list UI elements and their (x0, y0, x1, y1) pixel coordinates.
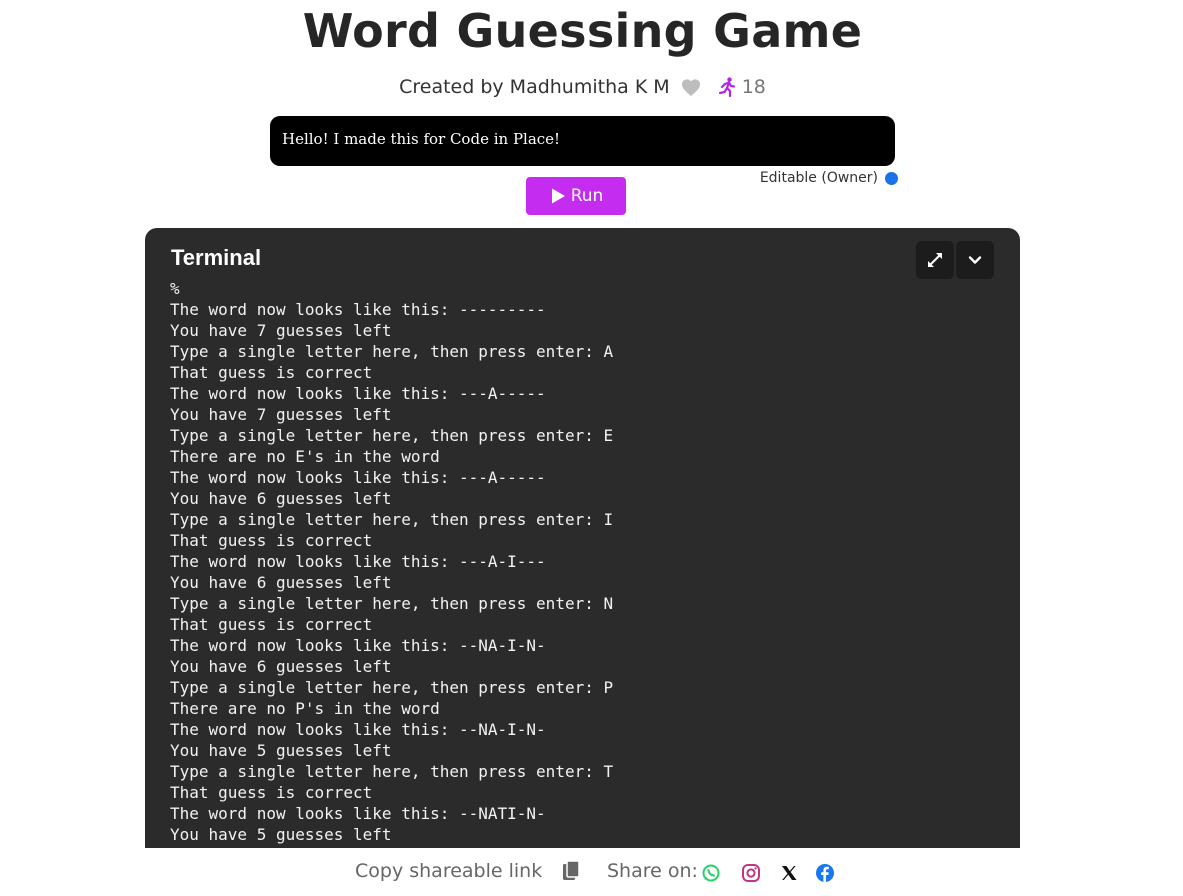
chevron-down-icon (967, 252, 983, 268)
terminal-line: There are no P's in the word (170, 699, 440, 718)
run-button-label: Run (570, 186, 604, 206)
terminal-line: The word now looks like this: ---A-I--- (170, 552, 546, 571)
facebook-icon[interactable] (814, 862, 836, 884)
page: Word Guessing Game Created by Madhumitha… (0, 0, 1183, 896)
terminal-line: The word now looks like this: --NA-I-N- (170, 636, 546, 655)
terminal-line: You have 5 guesses left (170, 825, 392, 844)
run-button[interactable]: Run (526, 177, 626, 215)
page-title: Word Guessing Game (302, 4, 863, 58)
terminal-line: Type a single letter here, then press en… (170, 510, 614, 529)
terminal-panel[interactable]: Terminal % The word now looks like this: … (145, 228, 1020, 848)
terminal-line: The word now looks like this: ---A----- (170, 384, 546, 403)
editable-status: Editable (Owner) (740, 170, 898, 186)
run-count: 18 (741, 76, 766, 98)
editable-label: Editable (Owner) (759, 170, 878, 186)
terminal-line: You have 6 guesses left (170, 573, 392, 592)
terminal-line: Type a single letter here, then press en… (170, 342, 614, 361)
byline: Created by Madhumitha K M 18 (0, 76, 1165, 98)
terminal-line: The word now looks like this: --NA-I-N- (170, 720, 546, 739)
terminal-output[interactable]: % The word now looks like this: ---------… (170, 278, 613, 845)
clipboard-icon (562, 860, 580, 882)
expand-button[interactable] (916, 241, 954, 279)
terminal-line: You have 7 guesses left (170, 405, 392, 424)
message-text: Hello! I made this for Code in Place! (282, 130, 561, 148)
footer: Copy shareable link Share on: (0, 848, 1183, 896)
terminal-line: % (170, 279, 180, 298)
whatsapp-icon[interactable] (700, 862, 722, 884)
terminal-line: Type a single letter here, then press en… (170, 594, 614, 613)
terminal-line: The word now looks like this: --NATI-N- (170, 804, 546, 823)
terminal-line: The word now looks like this: ---A----- (170, 468, 546, 487)
copy-link-label: Copy shareable link (355, 860, 543, 882)
expand-icon (926, 251, 944, 269)
terminal-line: The word now looks like this: --------- (170, 300, 546, 319)
terminal-line: There are no E's in the word (170, 447, 440, 466)
author-label: Created by Madhumitha K M (399, 76, 670, 98)
status-dot-icon (885, 171, 898, 185)
terminal-line: Type a single letter here, then press en… (170, 678, 614, 697)
terminal-line: That guess is correct (170, 363, 373, 382)
terminal-line: That guess is correct (170, 783, 373, 802)
play-icon (549, 187, 567, 205)
terminal-line: You have 6 guesses left (170, 489, 392, 508)
runner-icon (718, 77, 736, 97)
share-label: Share on: (607, 860, 698, 882)
terminal-line: That guess is correct (170, 531, 373, 550)
terminal-line: That guess is correct (170, 615, 373, 634)
terminal-line: Type a single letter here, then press en… (170, 426, 614, 445)
message-box[interactable]: Hello! I made this for Code in Place! (270, 116, 895, 166)
terminal-line: You have 5 guesses left (170, 741, 392, 760)
collapse-button[interactable] (956, 241, 994, 279)
instagram-icon[interactable] (740, 862, 762, 884)
terminal-line: You have 6 guesses left (170, 657, 392, 676)
heart-icon[interactable] (680, 77, 702, 97)
terminal-title: Terminal (171, 245, 262, 270)
copy-link-button[interactable]: Copy shareable link (355, 860, 580, 882)
x-icon[interactable] (778, 862, 800, 884)
terminal-line: You have 7 guesses left (170, 321, 392, 340)
terminal-line: Type a single letter here, then press en… (170, 762, 614, 781)
